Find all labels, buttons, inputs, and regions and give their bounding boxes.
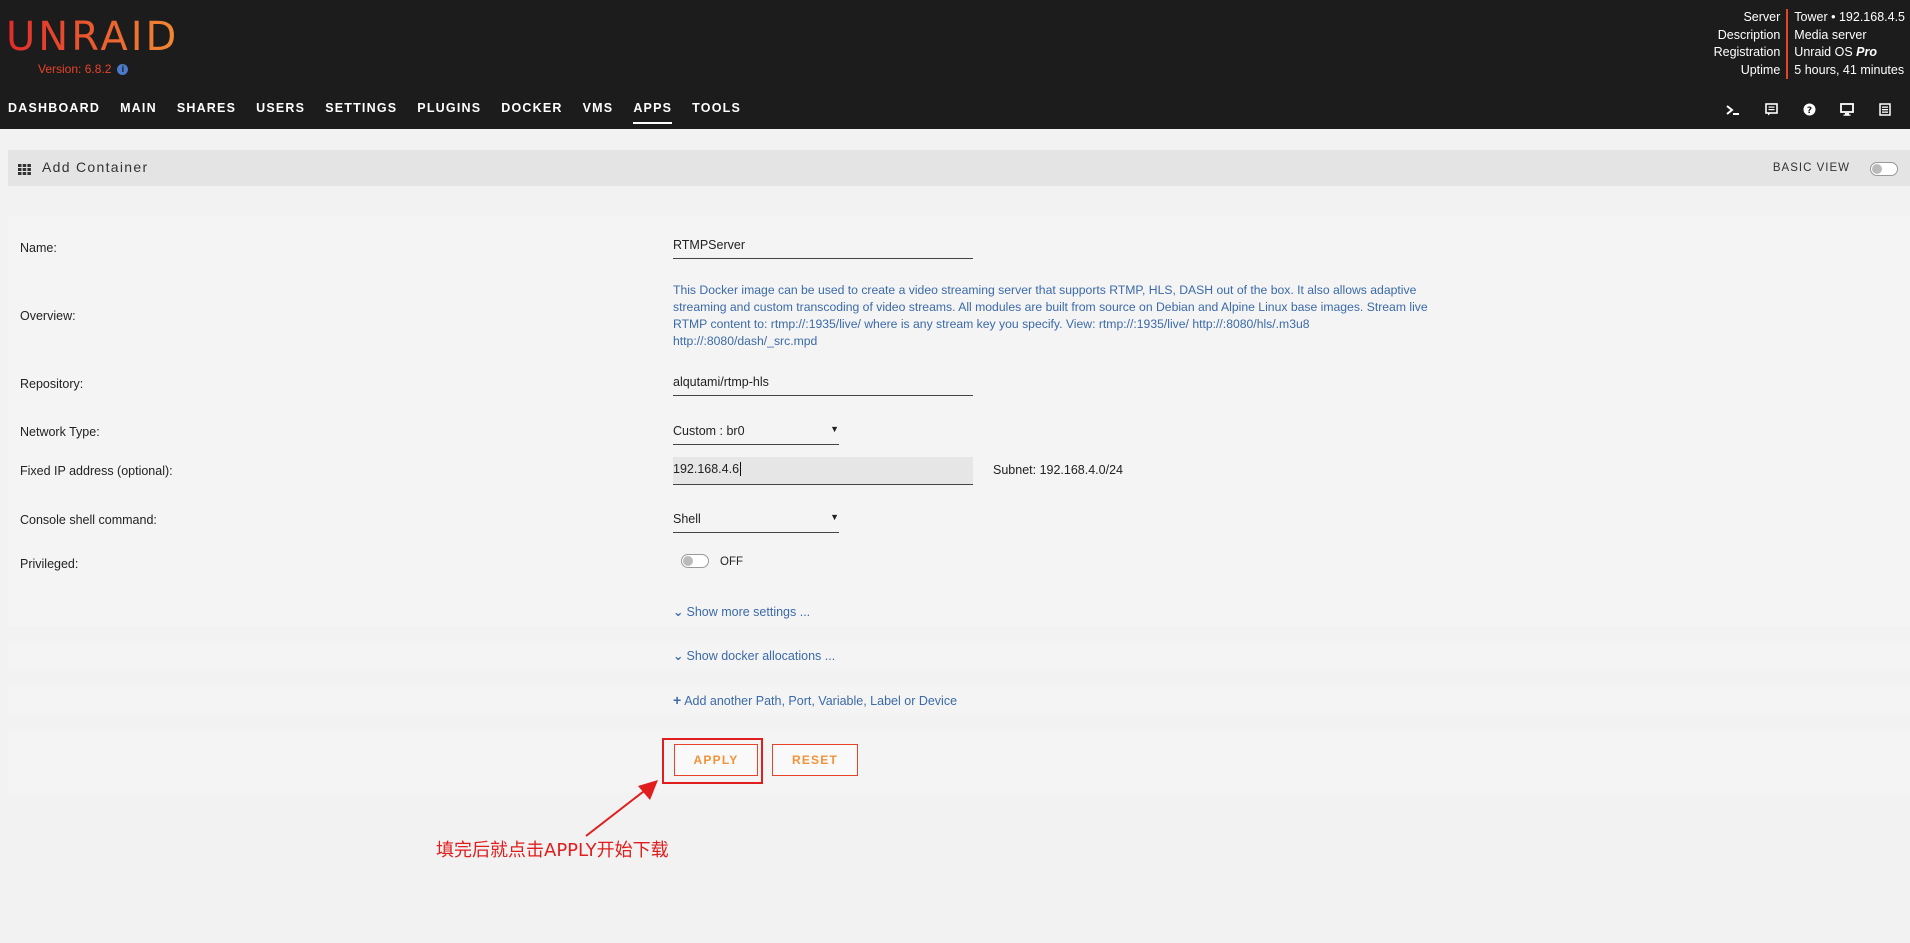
privileged-label: Privileged: [20,557,79,571]
uptime-label: Uptime [1740,62,1781,77]
dropdown-arrow-icon: ▼ [830,512,839,522]
unraid-logo[interactable]: UNRAID [6,13,179,61]
show-docker-allocations-text: Show docker allocations ... [686,649,836,663]
allocations-panel: ⌄ Show docker allocations ... [8,641,1910,669]
privileged-state: OFF [720,556,743,568]
terminal-icon[interactable] [1714,100,1752,118]
reset-button[interactable]: RESET [772,744,858,776]
nav-settings[interactable]: SETTINGS [325,101,397,123]
monitor-icon[interactable] [1828,100,1866,118]
show-more-settings-text: Show more settings ... [686,605,811,619]
overview-text: This Docker image can be used to create … [673,283,1428,348]
server-label: Server [1743,10,1781,24]
basic-view-label: BASIC VIEW [1772,162,1850,174]
chevron-down-icon: ⌄ [673,605,684,619]
chevron-down-icon: ⌄ [673,649,684,663]
fixed-ip-label: Fixed IP address (optional): [20,464,173,478]
network-type-label: Network Type: [20,425,100,439]
repository-label: Repository: [20,377,84,391]
console-shell-value: Shell [673,512,701,526]
log-icon[interactable] [1866,100,1904,118]
description-label: Description [1717,27,1781,42]
registration-prefix: Unraid OS [1794,45,1857,59]
server-value[interactable]: Tower • 192.168.4.5 [1794,9,1905,27]
uptime-value: 5 hours, 41 minutes [1794,62,1905,77]
info-icon[interactable]: i [117,64,129,75]
nav-vms[interactable]: VMS [583,101,614,123]
add-config-panel: + Add another Path, Port, Variable, Label… [8,685,1910,713]
top-header: UNRAID Version: 6.8.2 i Server Descriptio… [0,0,1910,129]
plus-icon: + [673,692,682,708]
nav-shares[interactable]: SHARES [177,101,236,123]
nav-apps[interactable]: APPS [633,101,673,124]
highlight-box [662,738,763,784]
name-label: Name: [20,241,57,255]
nav-main[interactable]: MAIN [120,101,157,123]
apps-grid-icon [18,162,31,180]
network-type-value: Custom : br0 [673,424,745,438]
version-text: Version: 6.8.2 [38,62,112,76]
text-cursor [740,462,742,476]
nav-plugins[interactable]: PLUGINS [417,101,481,123]
main-nav: DASHBOARD MAIN SHARES USERS SETTINGS PLU… [8,101,761,124]
registration-tier: Pro [1856,45,1877,59]
show-docker-allocations-link[interactable]: ⌄ Show docker allocations ... [673,648,835,663]
version-label: Version: 6.8.2 i [38,62,129,76]
nav-tools[interactable]: TOOLS [692,101,741,123]
page-title: Add Container [42,159,149,175]
subnet-text: Subnet: 192.168.4.0/24 [993,463,1123,477]
nav-users[interactable]: USERS [256,101,305,123]
console-shell-label: Console shell command: [20,513,157,527]
nav-docker[interactable]: DOCKER [501,101,562,123]
svg-text:?: ? [1806,106,1811,116]
name-input[interactable]: RTMPServer [673,238,973,259]
nav-icon-bar: ? [1714,100,1904,118]
container-form: Name: RTMPServer Overview: This Docker i… [8,216,1910,626]
fixed-ip-value: 192.168.4.6 [673,462,740,476]
fixed-ip-input[interactable]: 192.168.4.6 [673,457,973,485]
registration-label: Registration [1713,45,1781,59]
show-more-settings-link[interactable]: ⌄ Show more settings ... [673,604,810,619]
annotation-arrow-icon [585,780,658,837]
network-type-select[interactable]: Custom : br0 ▼ [673,424,839,445]
help-icon[interactable]: ? [1790,100,1828,118]
server-info: Server Description Registration Uptime T… [1714,9,1905,79]
nav-dashboard[interactable]: DASHBOARD [8,101,100,123]
repository-input[interactable]: alqutami/rtmp-hls [673,375,973,396]
overview-label: Overview: [20,309,76,323]
dropdown-arrow-icon: ▼ [830,424,839,434]
add-config-text: Add another Path, Port, Variable, Label … [684,694,958,708]
description-value: Media server [1794,27,1867,42]
basic-view-toggle[interactable] [1870,162,1898,176]
action-buttons-panel: APPLY RESET [8,729,1910,793]
page-titlebar: Add Container BASIC VIEW [8,150,1910,186]
privileged-toggle[interactable] [681,554,709,568]
annotation-text: 填完后就点击APPLY开始下载 [436,840,669,861]
console-shell-select[interactable]: Shell ▼ [673,512,839,533]
add-config-link[interactable]: + Add another Path, Port, Variable, Label… [673,692,957,708]
registration-value[interactable]: Unraid OS Pro [1794,44,1905,62]
feedback-icon[interactable] [1752,100,1790,118]
